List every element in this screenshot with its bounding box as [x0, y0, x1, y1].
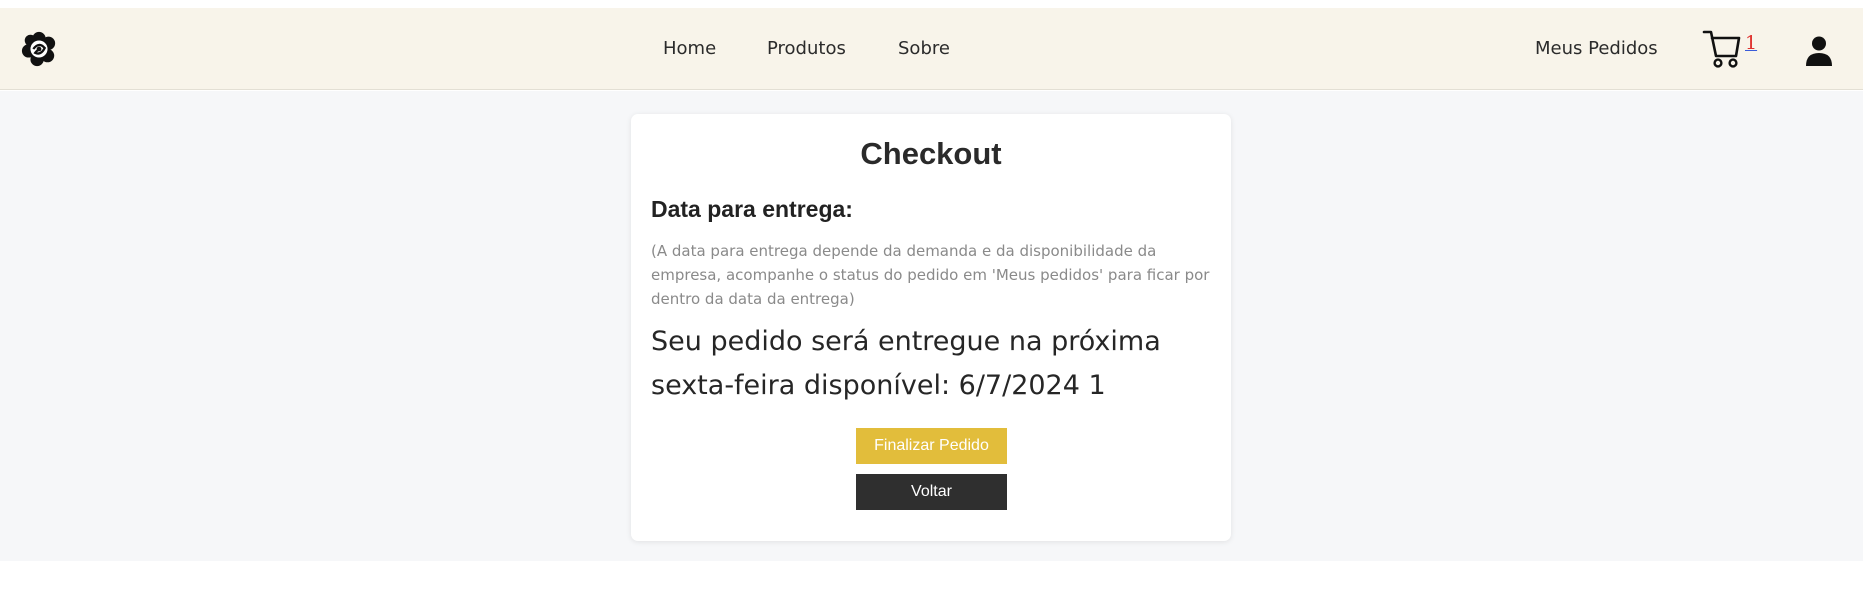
delivery-note: (A data para entrega depende da demanda …: [651, 242, 1210, 308]
user-icon[interactable]: [1804, 35, 1834, 67]
nav-link-home[interactable]: Home: [663, 38, 716, 59]
finish-order-button[interactable]: Finalizar Pedido: [856, 428, 1007, 464]
page-title: Checkout: [860, 136, 1002, 171]
navbar: Home Produtos Sobre Meus Pedidos 1: [0, 8, 1863, 90]
main-nav: Home Produtos Sobre Meus Pedidos: [0, 8, 1863, 90]
shopping-cart-icon[interactable]: [1702, 26, 1742, 70]
cart-count-badge[interactable]: 1: [1745, 32, 1757, 54]
nav-link-produtos[interactable]: Produtos: [767, 38, 846, 59]
top-strip: [0, 0, 1863, 8]
nav-link-meus-pedidos[interactable]: Meus Pedidos: [1535, 38, 1658, 59]
bottom-strip: [0, 561, 1863, 598]
nav-link-sobre[interactable]: Sobre: [898, 38, 950, 59]
delivery-date-heading: Data para entrega:: [651, 196, 853, 222]
page-content: Checkout Data para entrega: (A data para…: [0, 91, 1863, 561]
checkout-card: Checkout Data para entrega: (A data para…: [631, 114, 1231, 541]
back-button[interactable]: Voltar: [856, 474, 1007, 510]
delivery-message: Seu pedido será entregue na próxima sext…: [651, 326, 1161, 401]
